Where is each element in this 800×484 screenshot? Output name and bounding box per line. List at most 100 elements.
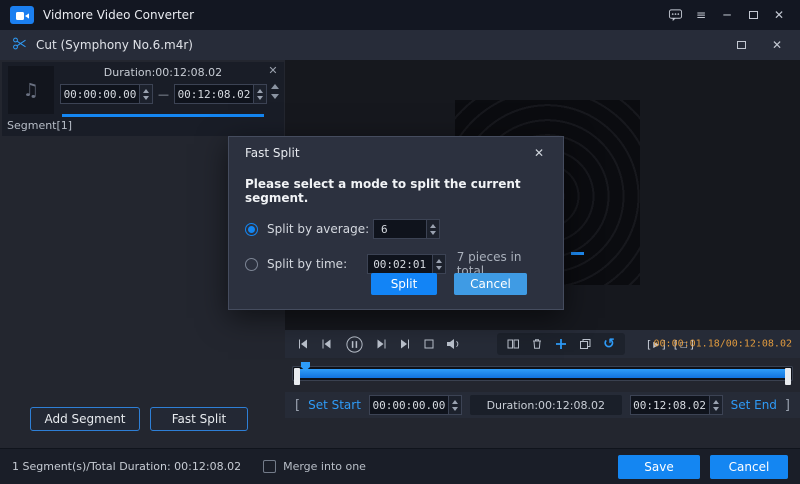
average-count-input[interactable] bbox=[374, 220, 426, 238]
playback-controls: ↺ [▶] [□] 00:00:01.18/00:12:08.02 bbox=[285, 330, 800, 358]
trim-start-spinner[interactable] bbox=[448, 396, 461, 414]
reset-icon[interactable]: ↺ bbox=[602, 334, 616, 354]
copy-segment-icon[interactable] bbox=[578, 334, 592, 354]
current-time: 00:00:01.18 bbox=[654, 339, 720, 350]
segment-time-inputs: — bbox=[60, 84, 266, 104]
timeline-start-handle[interactable] bbox=[294, 368, 300, 385]
split-by-time-radio[interactable] bbox=[245, 258, 258, 271]
fast-split-button[interactable]: Fast Split bbox=[150, 407, 248, 431]
delete-segment-icon[interactable] bbox=[530, 334, 544, 354]
music-note-icon: ♫ bbox=[23, 80, 39, 101]
cut-maximize-icon[interactable] bbox=[730, 35, 752, 55]
maximize-box bbox=[749, 11, 758, 19]
cut-header-controls: ✕ bbox=[730, 35, 788, 55]
start-bracket-icon: [ bbox=[295, 398, 300, 413]
app-window: Vidmore Video Converter ≡ ─ ✕ Cut (Symph… bbox=[0, 0, 800, 484]
time-input-wrap bbox=[367, 254, 446, 274]
segment-end-input[interactable] bbox=[175, 85, 253, 103]
trim-start-input-wrap bbox=[369, 395, 462, 415]
segment-panel: ♫ Duration:00:12:08.02 — Segment[1] ✕ bbox=[2, 62, 284, 136]
merge-checkbox[interactable] bbox=[263, 460, 276, 473]
skip-to-start-icon[interactable] bbox=[295, 334, 311, 354]
dialog-cancel-button[interactable]: Cancel bbox=[454, 273, 527, 295]
average-spinner[interactable] bbox=[426, 220, 439, 238]
segment-summary: 1 Segment(s)/Total Duration: 00:12:08.02 bbox=[12, 460, 241, 473]
dialog-close-icon[interactable]: ✕ bbox=[531, 146, 547, 160]
skip-to-end-icon[interactable] bbox=[397, 334, 413, 354]
merge-option: Merge into one bbox=[263, 460, 366, 473]
segment-remove-icon[interactable]: ✕ bbox=[266, 64, 280, 77]
stop-icon[interactable] bbox=[421, 334, 437, 354]
footer-bar: 1 Segment(s)/Total Duration: 00:12:08.02… bbox=[0, 448, 800, 484]
range-dash: — bbox=[158, 88, 169, 101]
window-title: Vidmore Video Converter bbox=[43, 8, 194, 22]
add-segment-icon[interactable] bbox=[554, 334, 568, 354]
trim-duration-label: Duration:00:12:08.02 bbox=[470, 395, 622, 415]
frame-back-icon[interactable] bbox=[319, 334, 335, 354]
set-end-button[interactable]: Set End bbox=[731, 398, 777, 412]
maximize-icon[interactable] bbox=[742, 5, 764, 25]
split-segment-icon[interactable] bbox=[506, 334, 520, 354]
frame-forward-icon[interactable] bbox=[373, 334, 389, 354]
split-by-average-radio[interactable] bbox=[245, 223, 258, 236]
split-time-input[interactable] bbox=[368, 255, 432, 273]
total-time: /00:12:08.02 bbox=[720, 339, 792, 350]
add-segment-button[interactable]: Add Segment bbox=[30, 407, 140, 431]
segment-start-input[interactable] bbox=[61, 85, 139, 103]
trim-end-input[interactable] bbox=[631, 396, 709, 414]
split-by-time-label: Split by time: bbox=[267, 257, 367, 271]
close-icon[interactable]: ✕ bbox=[768, 5, 790, 25]
trim-end-spinner[interactable] bbox=[709, 396, 722, 414]
dialog-message: Please select a mode to split the curren… bbox=[229, 169, 563, 205]
split-by-time-row: Split by time: 7 pieces in total bbox=[229, 253, 563, 275]
segment-end-input-wrap bbox=[174, 84, 267, 104]
timeline-end-handle[interactable] bbox=[785, 368, 791, 385]
segment-reorder bbox=[271, 84, 279, 99]
playback-time: 00:00:01.18/00:12:08.02 bbox=[654, 339, 792, 350]
segment-start-input-wrap bbox=[60, 84, 153, 104]
app-logo-icon bbox=[10, 6, 34, 24]
segment-duration-label: Duration:00:12:08.02 bbox=[62, 66, 264, 79]
titlebar-controls: ≡ ─ ✕ bbox=[664, 5, 790, 25]
cut-header: Cut (Symphony No.6.m4r) ✕ bbox=[0, 30, 800, 60]
pause-icon[interactable] bbox=[343, 334, 365, 354]
merge-label: Merge into one bbox=[283, 460, 366, 473]
preview-dash-icon bbox=[571, 252, 584, 255]
trim-end-input-wrap bbox=[630, 395, 723, 415]
average-input-wrap bbox=[373, 219, 440, 239]
trim-start-input[interactable] bbox=[370, 396, 448, 414]
move-down-icon[interactable] bbox=[271, 94, 279, 99]
dialog-title: Fast Split bbox=[245, 146, 300, 160]
segment-label: Segment[1] bbox=[7, 119, 72, 132]
cut-close-icon[interactable]: ✕ bbox=[766, 35, 788, 55]
save-button[interactable]: Save bbox=[618, 455, 700, 479]
footer-cancel-button[interactable]: Cancel bbox=[710, 455, 788, 479]
segment-tools-group: ↺ bbox=[497, 333, 625, 355]
cut-maximize-box bbox=[737, 41, 746, 49]
volume-icon[interactable] bbox=[445, 334, 461, 354]
feedback-icon[interactable] bbox=[664, 5, 686, 25]
timeline-selection bbox=[295, 369, 790, 378]
cut-window-title: Cut (Symphony No.6.m4r) bbox=[36, 38, 193, 52]
end-bracket-icon: ] bbox=[785, 398, 790, 413]
segment-thumbnail[interactable]: ♫ bbox=[8, 66, 54, 114]
split-time-spinner[interactable] bbox=[432, 255, 445, 273]
segment-progress-bar bbox=[62, 114, 264, 117]
timeline-track[interactable] bbox=[292, 366, 793, 381]
scissors-icon bbox=[12, 36, 28, 55]
trim-row: [ Set Start Duration:00:12:08.02 Set End… bbox=[285, 392, 800, 418]
dialog-header: Fast Split ✕ bbox=[229, 137, 563, 169]
footer-buttons: Save Cancel bbox=[618, 455, 788, 479]
dialog-buttons: Split Cancel bbox=[371, 273, 527, 295]
set-start-button[interactable]: Set Start bbox=[308, 398, 361, 412]
minimize-icon[interactable]: ─ bbox=[716, 5, 738, 25]
fast-split-dialog: Fast Split ✕ Please select a mode to spl… bbox=[228, 136, 564, 310]
split-button[interactable]: Split bbox=[371, 273, 437, 295]
segment-start-spinner[interactable] bbox=[139, 85, 152, 103]
menu-icon[interactable]: ≡ bbox=[690, 5, 712, 25]
timeline bbox=[285, 362, 800, 386]
segment-end-spinner[interactable] bbox=[253, 85, 266, 103]
move-up-icon[interactable] bbox=[271, 84, 279, 89]
play-seg-open: [ bbox=[647, 338, 651, 351]
split-by-average-label: Split by average: bbox=[267, 222, 373, 236]
